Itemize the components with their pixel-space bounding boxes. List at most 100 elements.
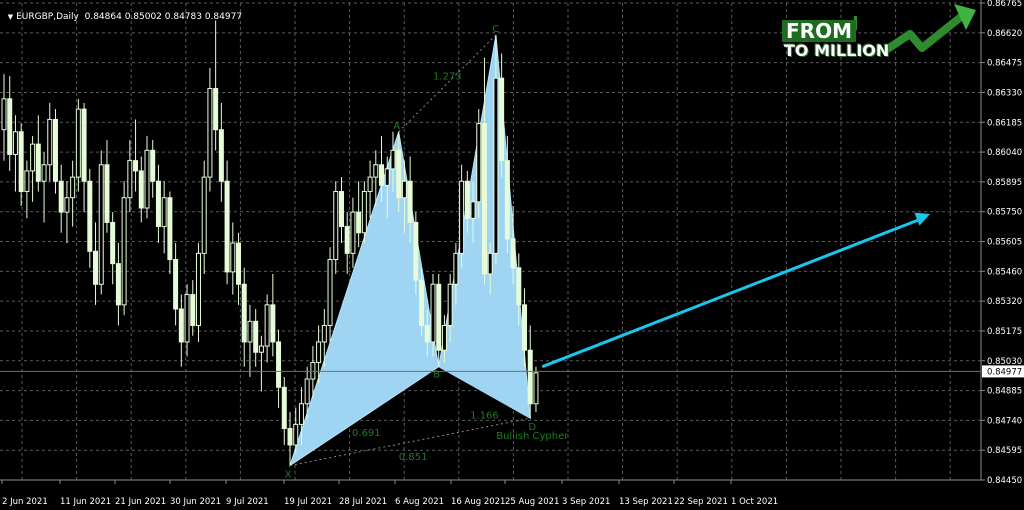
candle-body-up bbox=[373, 164, 379, 178]
candle-body-down bbox=[344, 226, 350, 254]
candle-body-up bbox=[310, 362, 316, 380]
candle-body-up bbox=[247, 320, 253, 343]
candle-body-down bbox=[436, 283, 442, 351]
candle-body-up bbox=[430, 283, 436, 343]
logo-from-text: FROM bbox=[782, 20, 856, 42]
candle-body-up bbox=[258, 345, 264, 353]
time-tick-label: 25 Aug 2021 bbox=[505, 497, 559, 507]
dropdown-triangle-icon[interactable]: ▼ bbox=[8, 13, 13, 21]
time-tick-label: 11 Jun 2021 bbox=[60, 497, 111, 507]
price-chart[interactable]: 1.2730.6911.1660.851ABCXDBullish Cypher … bbox=[0, 0, 1024, 510]
candle bbox=[276, 329, 282, 408]
candle bbox=[264, 294, 270, 363]
ratio-label-xd: 0.851 bbox=[399, 452, 428, 463]
candle-body-down bbox=[224, 180, 230, 273]
candle bbox=[173, 243, 179, 326]
candle bbox=[338, 177, 344, 244]
candle-body-down bbox=[18, 131, 24, 193]
candle-body-up bbox=[230, 242, 236, 273]
candle-body-up bbox=[493, 77, 499, 254]
ratio-label-xb: 0.691 bbox=[352, 428, 381, 439]
candle-body-down bbox=[499, 77, 505, 162]
candle-body-up bbox=[70, 176, 76, 199]
candle bbox=[144, 135, 150, 219]
candle bbox=[436, 273, 442, 367]
candle bbox=[213, 20, 219, 151]
candle-body-down bbox=[281, 386, 287, 429]
candle-body-up bbox=[293, 423, 299, 446]
ratio-label-ac: 1.273 bbox=[433, 71, 462, 82]
price-tick-label: 0.86765 bbox=[987, 0, 1022, 9]
candle bbox=[344, 212, 350, 274]
candle bbox=[93, 222, 99, 305]
candle-body-down bbox=[407, 180, 413, 223]
candle-body-down bbox=[338, 191, 344, 228]
candle-body-up bbox=[304, 378, 310, 405]
candle-body-down bbox=[510, 238, 516, 269]
candle-body-down bbox=[522, 304, 528, 351]
candle-body-up bbox=[64, 197, 70, 213]
candle-body-up bbox=[441, 324, 447, 351]
candle bbox=[236, 232, 242, 305]
candle bbox=[58, 164, 64, 233]
candle bbox=[499, 53, 505, 178]
candle-body-up bbox=[144, 149, 150, 209]
time-tick-label: 3 Sep 2021 bbox=[562, 497, 610, 507]
candle-body-down bbox=[213, 88, 219, 131]
candle-body-up bbox=[127, 160, 133, 199]
candle-body-up bbox=[121, 197, 127, 306]
candle bbox=[253, 308, 259, 367]
point-label-a: A bbox=[393, 121, 400, 132]
candle-body-up bbox=[533, 372, 539, 405]
candle bbox=[121, 181, 127, 316]
candle bbox=[167, 191, 173, 274]
time-tick-label: 9 Jul 2021 bbox=[226, 497, 269, 507]
candle-body-down bbox=[236, 242, 242, 285]
candle-body-down bbox=[504, 160, 510, 240]
candle-body-up bbox=[321, 324, 327, 343]
candle-body-up bbox=[361, 191, 367, 234]
price-tick-label: 0.85030 bbox=[987, 357, 1022, 367]
candle bbox=[155, 164, 161, 244]
candle-body-up bbox=[459, 180, 465, 254]
chart-header: ▼ EURGBP,Daily 0.84864 0.85002 0.84783 0.… bbox=[2, 2, 242, 22]
candle bbox=[195, 243, 201, 342]
pattern-name-label: Bullish Cypher bbox=[496, 431, 569, 442]
time-tick-label: 22 Sep 2021 bbox=[674, 497, 728, 507]
price-tick-label: 0.86620 bbox=[987, 29, 1022, 39]
candle-body-down bbox=[379, 164, 385, 186]
candle-body-up bbox=[476, 123, 482, 203]
candle bbox=[218, 102, 224, 202]
candle-body-up bbox=[201, 176, 207, 254]
candle-body-down bbox=[155, 180, 161, 228]
candle-body-down bbox=[133, 160, 139, 172]
candle bbox=[258, 335, 264, 392]
candle-body-down bbox=[35, 143, 41, 182]
candle bbox=[87, 168, 93, 268]
price-tick-label: 0.84450 bbox=[987, 476, 1022, 486]
symbol-label: EURGBP,Daily bbox=[16, 12, 79, 22]
candle-body-down bbox=[276, 341, 282, 388]
candle-body-down bbox=[253, 320, 259, 353]
candle-body-up bbox=[24, 170, 30, 193]
candle bbox=[47, 102, 53, 182]
candle-body-up bbox=[390, 149, 396, 170]
candle-body-up bbox=[470, 201, 476, 219]
candle bbox=[224, 160, 230, 285]
price-tick-label: 0.85460 bbox=[987, 267, 1022, 277]
candle-body-down bbox=[93, 250, 99, 285]
ohlc-readout: 0.84864 0.85002 0.84783 0.84977 bbox=[84, 12, 243, 22]
candle-body-down bbox=[356, 211, 362, 234]
rising-arrow-icon bbox=[884, 4, 976, 54]
candle bbox=[64, 181, 70, 244]
candle-body-down bbox=[110, 221, 116, 265]
time-tick-label: 2 Jun 2021 bbox=[2, 497, 48, 507]
candle bbox=[98, 150, 104, 295]
candle-body-up bbox=[98, 164, 104, 285]
candle-body-down bbox=[87, 180, 93, 252]
time-tick-label: 28 Jul 2021 bbox=[339, 497, 387, 507]
candle-body-up bbox=[367, 176, 373, 193]
candle bbox=[150, 140, 156, 198]
price-tick-label: 0.85605 bbox=[987, 238, 1022, 248]
candle-body-up bbox=[298, 403, 304, 425]
